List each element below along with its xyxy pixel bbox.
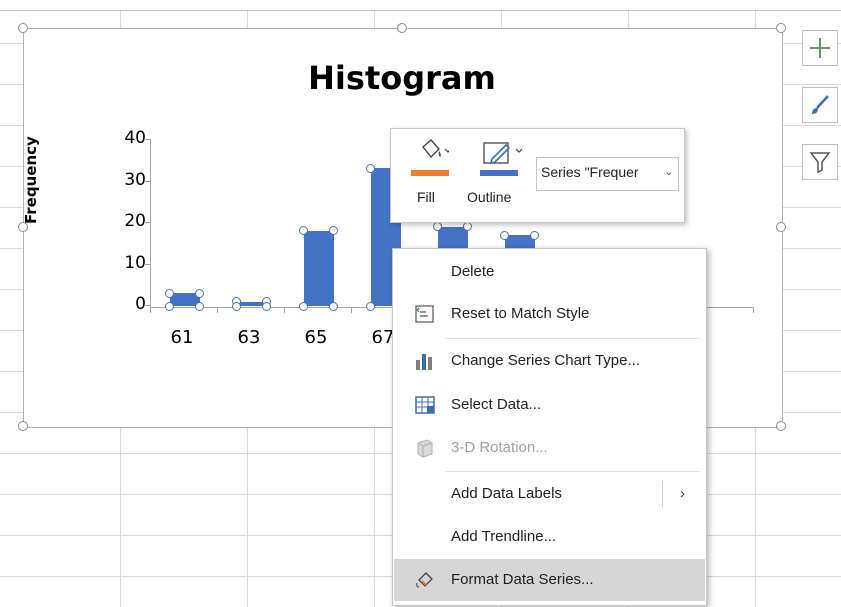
fill-label: Fill [417,189,435,205]
y-axis-line [150,139,151,307]
chevron-down-icon: ⌄ [664,167,673,178]
histogram-bar[interactable] [303,230,334,306]
paint-bucket-icon [422,139,449,159]
bar-selection-handle[interactable] [530,230,539,240]
format-series-icon [416,572,433,588]
menu-item-label: Format Data Series... [451,571,594,588]
bar-selection-handle[interactable] [195,301,204,311]
menu-separator [445,471,700,472]
resize-handle-top-right[interactable] [776,23,786,33]
select-data-icon [415,396,435,414]
menu-item-label: Change Series Chart Type... [451,352,640,369]
outline-button[interactable] [476,137,531,187]
filter-icon [809,152,831,174]
x-tick-mark [351,307,352,313]
resize-handle-bottom-right[interactable] [776,421,786,431]
menu-item-3d-rotation: 3-D Rotation... [394,427,705,469]
x-tick-mark [284,307,285,313]
menu-item-delete[interactable]: Delete [394,251,705,293]
outline-label: Outline [467,189,512,205]
menu-separator [445,338,700,339]
y-tick-label: 20 [124,211,146,231]
chevron-right-icon: › [680,485,685,502]
resize-handle-top[interactable] [397,23,407,33]
format-mini-toolbar: Fill Outline Series "Frequer ⌄ [390,128,685,223]
bar-selection-handle[interactable] [500,230,509,240]
y-tick-mark [144,139,150,140]
menu-item-add-data-labels[interactable]: Add Data Labels › [394,473,705,515]
chart-title[interactable]: Histogram [284,59,520,97]
y-axis-title[interactable]: Frequency [22,136,40,224]
y-tick-label: 30 [124,170,146,190]
menu-item-format-data-series[interactable]: Format Data Series... [394,559,705,601]
y-tick-label: 40 [124,128,146,148]
menu-item-label: Add Data Labels [451,485,562,502]
submenu-divider [662,481,663,507]
menu-item-label: Delete [451,263,495,280]
outline-color-swatch [480,170,518,176]
y-tick-mark [144,305,150,306]
resize-handle-top-left[interactable] [18,23,28,33]
cube-icon [417,439,433,458]
x-tick-mark [217,307,218,313]
menu-item-label: 3-D Rotation... [451,439,548,456]
bar-selection-handle[interactable] [165,301,174,311]
pencil-outline-icon [483,142,523,165]
menu-item-change-series-chart-type[interactable]: Change Series Chart Type... [394,340,705,382]
resize-handle-left[interactable] [18,222,28,232]
bar-selection-handle[interactable] [232,301,241,311]
fill-color-swatch [411,170,449,176]
bar-chart-icon [416,354,432,370]
reset-style-icon [415,305,434,323]
y-tick-mark [144,181,150,182]
chart-styles-button[interactable] [802,87,838,123]
bar-selection-handle[interactable] [366,301,375,311]
menu-item-add-trendline[interactable]: Add Trendline... [394,516,705,558]
bar-selection-handle[interactable] [463,222,472,232]
x-tick-mark [150,307,151,313]
bar-selection-handle[interactable] [262,301,271,311]
x-tick-label: 63 [237,327,261,348]
bar-selection-handle[interactable] [165,288,174,298]
top-edge [0,0,841,11]
x-tick-mark [753,307,754,313]
series-select-value: Series "Frequer [541,164,639,180]
x-tick-label: 65 [304,327,328,348]
menu-item-label: Add Trendline... [451,528,557,545]
bar-selection-handle[interactable] [366,163,375,173]
resize-handle-right[interactable] [776,222,786,232]
x-tick-label: 61 [170,327,194,348]
y-tick-mark [144,264,150,265]
bar-selection-handle[interactable] [299,301,308,311]
bar-selection-handle[interactable] [329,301,338,311]
menu-item-select-data[interactable]: Select Data... [394,384,705,426]
plus-icon [810,38,830,58]
bar-selection-handle[interactable] [329,226,338,236]
context-menu: Delete Reset to Match Style Change Serie… [392,248,707,606]
series-select-dropdown[interactable]: Series "Frequer ⌄ [536,157,679,191]
y-tick-label: 0 [135,294,146,314]
y-tick-label: 10 [124,253,146,273]
bar-selection-handle[interactable] [195,288,204,298]
chart-elements-button[interactable] [802,30,838,66]
resize-handle-bottom-left[interactable] [18,421,28,431]
menu-item-reset-to-match-style[interactable]: Reset to Match Style [394,293,705,335]
chart-filters-button[interactable] [802,144,838,180]
fill-button[interactable] [405,137,455,187]
paintbrush-icon [812,95,829,114]
menu-item-label: Select Data... [451,396,542,413]
y-tick-mark [144,222,150,223]
menu-item-label: Reset to Match Style [451,305,590,322]
